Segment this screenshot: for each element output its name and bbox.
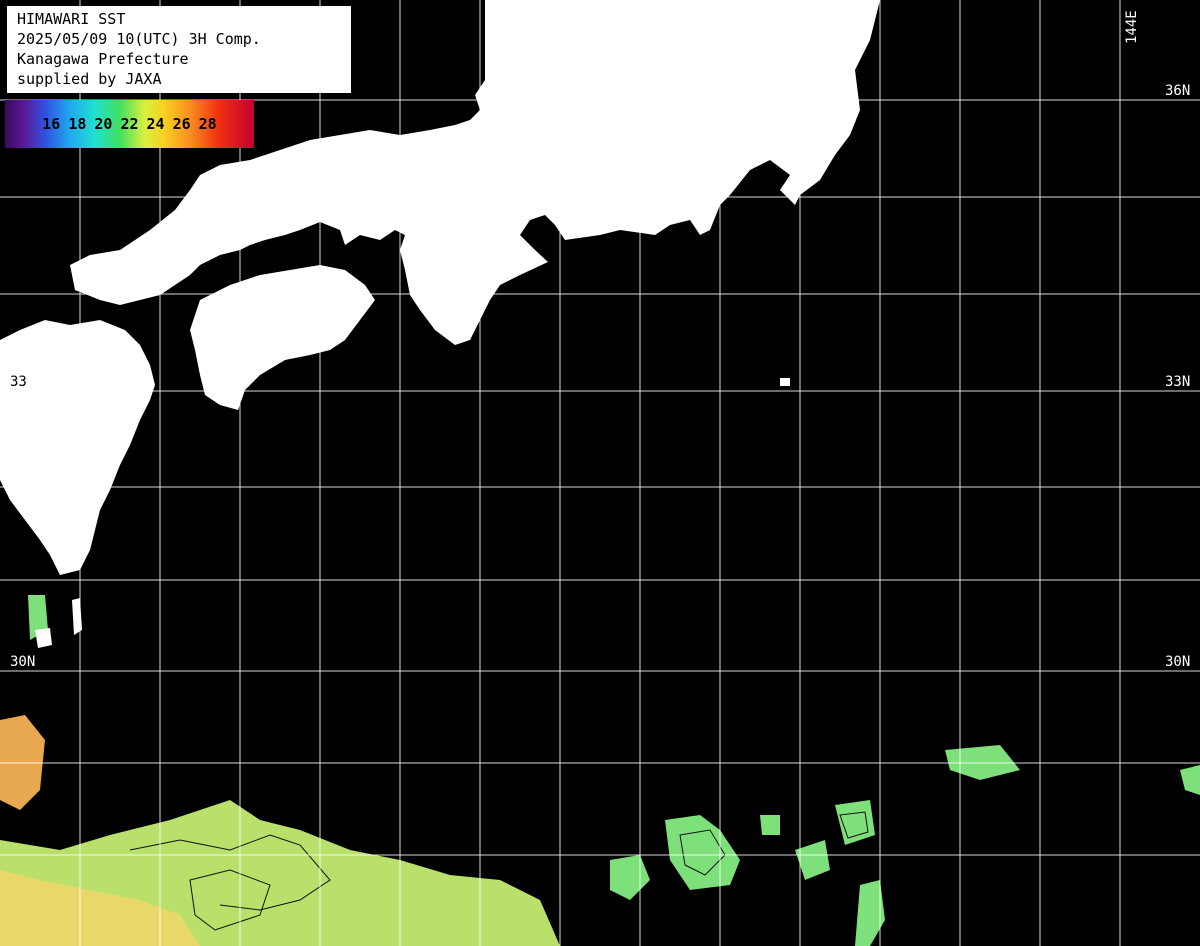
temperature-color-legend: 16 18 20 22 24 26 28 — [5, 100, 254, 148]
lat-label-36n: 36N — [1165, 83, 1190, 99]
lon-label-136e: 136E — [484, 10, 500, 44]
prefecture-text: Kanagawa Prefecture — [17, 50, 189, 68]
legend-tick: 28 — [198, 115, 217, 133]
legend-tick: 20 — [94, 115, 113, 133]
legend-tick: 16 — [42, 115, 61, 133]
legend-tick: 22 — [120, 115, 139, 133]
lat-label-33-left: 33 — [10, 374, 27, 390]
lat-label-33n: 33N — [1165, 374, 1190, 390]
supplier-text: supplied by JAXA — [17, 70, 162, 88]
legend-tick: 24 — [146, 115, 165, 133]
lat-label-30n-right: 30N — [1165, 654, 1190, 670]
legend-tick: 26 — [172, 115, 191, 133]
timestamp-text: 2025/05/09 10(UTC) 3H Comp. — [17, 30, 261, 48]
lat-label-30n-left: 30N — [10, 654, 35, 670]
product-title: HIMAWARI SST — [17, 10, 126, 28]
lon-label-144e: 144E — [1124, 10, 1140, 44]
legend-tick: 18 — [68, 115, 87, 133]
info-box: HIMAWARI SST 2025/05/09 10(UTC) 3H Comp.… — [7, 6, 351, 93]
